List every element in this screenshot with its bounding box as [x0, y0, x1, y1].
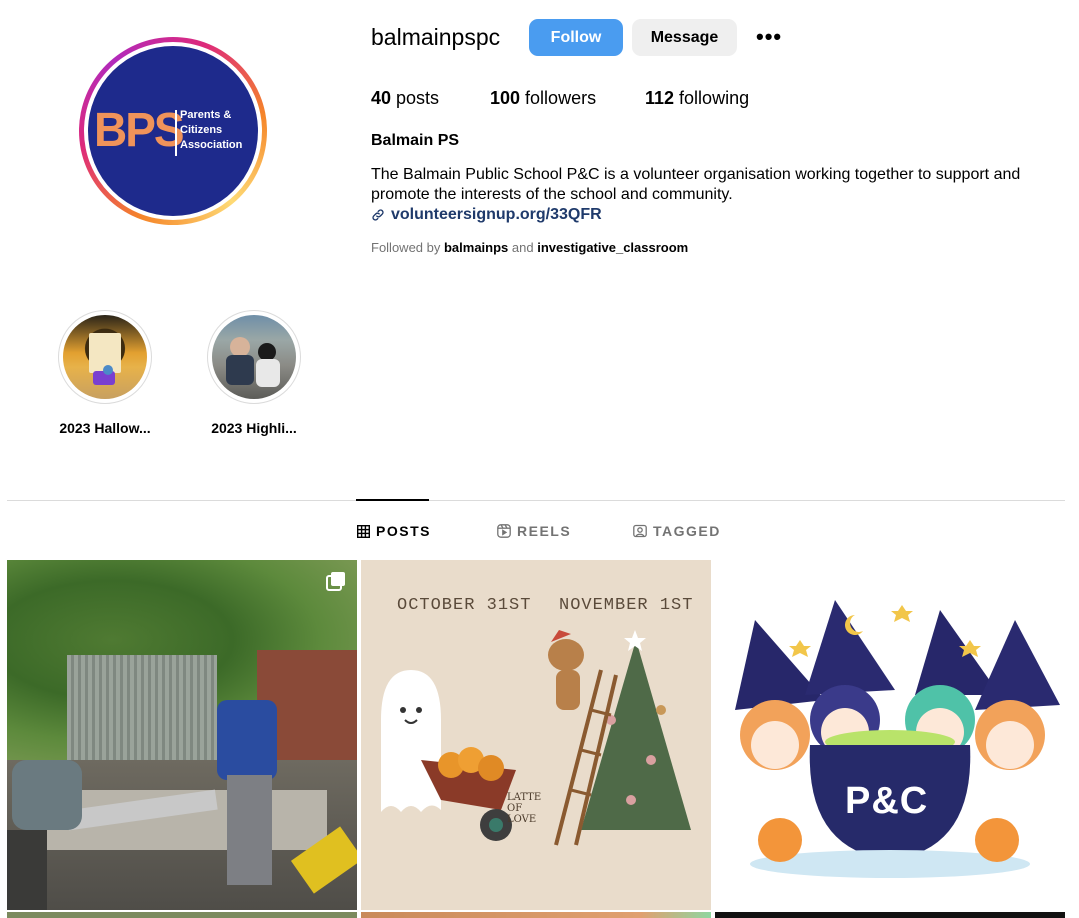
avatar-line-1: Parents &: [180, 109, 232, 121]
more-options-icon[interactable]: •••: [756, 24, 782, 50]
post-thumbnail[interactable]: [361, 912, 711, 918]
followed-by-user-link[interactable]: balmainps: [444, 240, 508, 255]
grid-icon: [357, 524, 370, 538]
highlight-item[interactable]: [207, 310, 301, 404]
followed-by-user-link[interactable]: investigative_classroom: [537, 240, 688, 255]
avatar-line-2: Citizens: [180, 124, 223, 136]
avatar-logo-image: BPS Parents & Citizens Association: [88, 46, 258, 216]
multiple-photos-icon: [326, 572, 345, 591]
avatar-line-3: Association: [180, 139, 243, 151]
message-button[interactable]: Message: [632, 19, 737, 56]
profile-username: balmainpspc: [371, 24, 501, 50]
highlight-item[interactable]: [58, 310, 152, 404]
highlight-label: 2023 Highli...: [211, 420, 297, 436]
following-link[interactable]: 112 following: [645, 88, 749, 109]
highlight-label: 2023 Hallow...: [59, 420, 151, 436]
post-thumbnail[interactable]: [7, 560, 357, 910]
tabs-divider: [7, 500, 1065, 501]
followed-by-text: Followed by balmainps and investigative_…: [371, 240, 689, 255]
post-signature: LATTE OF LOVE: [507, 792, 542, 825]
post-thumbnail[interactable]: P&C: [715, 560, 1065, 910]
cauldron-label: P&C: [845, 780, 929, 822]
highlight-cover-highlights: [212, 315, 296, 399]
follow-button[interactable]: Follow: [529, 19, 623, 56]
post-thumbnail[interactable]: OCTOBER 31ST NOVEMBER 1ST LATTE OF LOVE: [361, 560, 711, 910]
posts-count: 40 posts: [371, 88, 440, 108]
followers-link[interactable]: 100 followers: [490, 88, 596, 109]
profile-bio: The Balmain Public School P&C is a volun…: [371, 166, 1021, 203]
profile-website-link[interactable]: volunteersignup.org/33QFR: [371, 206, 602, 224]
avatar-logo-text: BPS: [94, 101, 185, 157]
website-link-text: volunteersignup.org/33QFR: [391, 206, 602, 223]
profile-full-name: Balmain PS: [371, 132, 460, 149]
tab-posts[interactable]: POSTS: [357, 523, 431, 539]
witches-cauldron-illustration: [735, 600, 1060, 878]
reels-icon: [497, 524, 511, 538]
ghost-and-tree-illustration: [381, 630, 691, 846]
tab-tagged[interactable]: TAGGED: [633, 523, 721, 539]
active-tab-indicator: [356, 499, 429, 501]
post-thumbnail[interactable]: [715, 912, 1065, 918]
profile-avatar[interactable]: BPS Parents & Citizens Association: [79, 37, 267, 225]
post-thumbnail[interactable]: [7, 912, 357, 918]
tab-reels[interactable]: REELS: [497, 523, 571, 539]
highlight-cover-halloween: [63, 315, 147, 399]
tagged-icon: [633, 524, 647, 538]
link-icon: [372, 209, 384, 221]
